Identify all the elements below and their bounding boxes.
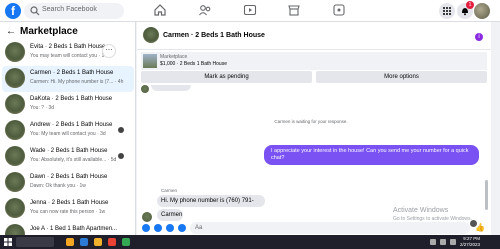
chrome-icon[interactable]: [94, 238, 102, 246]
gif-icon[interactable]: [178, 224, 186, 232]
sidebar-title: Marketplace: [20, 26, 78, 37]
menu-grid-button[interactable]: [439, 3, 455, 19]
message-bubble-partial: [151, 85, 191, 91]
activate-windows-watermark: Activate Windows Go to Settings to activ…: [393, 207, 472, 223]
friends-icon[interactable]: [198, 3, 212, 17]
message-thread: Carmen is waiting for your response. I a…: [137, 85, 485, 227]
clock-date: 2/27/2023: [460, 242, 481, 247]
conversation-item[interactable]: Wade · 2 Beds 1 Bath House You: Absolute…: [2, 144, 134, 170]
image-icon[interactable]: [154, 224, 162, 232]
edge-icon[interactable]: [80, 238, 88, 246]
conversation-preview: You: Absolutely, it's still available...…: [30, 157, 117, 163]
listing-card[interactable]: Marketplace $1,000 · 2 Beds 1 Bath House: [141, 52, 487, 70]
listing-price-title: $1,000 · 2 Beds 1 Bath House: [160, 61, 227, 67]
taskbar-search[interactable]: [16, 237, 54, 247]
app-icon[interactable]: [108, 238, 116, 246]
conversation-item[interactable]: Jenna · 2 Beds 1 Bath House You can now …: [2, 196, 134, 222]
conversation-name: Carmen · 2 Beds 1 Bath House: [30, 70, 114, 76]
chat-panel: Carmen · 2 Beds 1 Bath House i Marketpla…: [137, 22, 491, 235]
listing-thumbnail: [143, 54, 157, 68]
sender-name: Carmen: [161, 188, 178, 193]
outgoing-message[interactable]: I appreciate your interest in the house!…: [264, 145, 479, 165]
incoming-message[interactable]: Hi. My phone number is (760) 791-8859: [157, 195, 265, 216]
sticker-icon[interactable]: [166, 224, 174, 232]
facebook-logo[interactable]: f: [5, 3, 21, 19]
conversation-item[interactable]: Evita · 2 Beds 1 Bath House You may team…: [2, 40, 134, 66]
avatar: [5, 42, 25, 62]
avatar: [5, 94, 25, 114]
volume-icon[interactable]: [440, 239, 446, 245]
taskbar-clock[interactable]: 9:27 PM 2/27/2023: [460, 236, 480, 248]
more-options-button[interactable]: More options: [316, 71, 487, 83]
avatar: [5, 198, 25, 218]
sidebar-header: ← Marketplace: [6, 26, 78, 37]
avatar: [5, 146, 25, 166]
chat-header: Carmen · 2 Beds 1 Bath House i: [137, 22, 491, 50]
conversation-preview: You can now rate this person · 1w: [30, 209, 106, 215]
scrollbar-thumb[interactable]: [485, 180, 488, 210]
conversation-name: Evita · 2 Beds 1 Bath House: [30, 44, 106, 50]
windows-start-icon[interactable]: [4, 238, 12, 246]
gaming-icon[interactable]: [332, 3, 346, 17]
conversation-name: Jenna · 2 Beds 1 Bath House: [30, 200, 109, 206]
conversation-preview: Carmen: Hi. My phone number is (7... · 4…: [30, 79, 124, 85]
conversation-item-active[interactable]: Carmen · 2 Beds 1 Bath House Carmen: Hi.…: [2, 66, 134, 92]
grid-icon: [443, 7, 451, 15]
conversation-item[interactable]: Joe A · 1 Bed 1 Bath Apartmen...: [2, 222, 134, 235]
conversation-item[interactable]: DaKota · 2 Beds 1 Bath House You: ? · 3d: [2, 92, 134, 118]
home-icon[interactable]: [153, 3, 167, 17]
avatar: [5, 120, 25, 140]
conversation-item[interactable]: Dawn · 2 Beds 1 Bath House Dawn: Ok than…: [2, 170, 134, 196]
top-navigation-bar: f Search Facebook 1: [0, 0, 500, 22]
avatar: [5, 224, 25, 235]
conversation-item[interactable]: Andrew · 2 Beds 1 Bath House You: My tea…: [2, 118, 134, 144]
like-icon[interactable]: 👍: [475, 223, 485, 232]
conversation-name: Andrew · 2 Beds 1 Bath House: [30, 122, 113, 128]
file-explorer-icon[interactable]: [66, 238, 74, 246]
search-placeholder: Search Facebook: [42, 6, 97, 13]
conversation-name: DaKota · 2 Beds 1 Bath House: [30, 96, 113, 102]
network-icon[interactable]: [430, 239, 436, 245]
conversation-sidebar: ← Marketplace Evita · 2 Beds 1 Bath House…: [0, 22, 136, 235]
waiting-notice: Carmen is waiting for your response.: [274, 119, 348, 124]
conversation-preview: You may team will contact you · 1: [30, 53, 105, 59]
watermark-subtitle: Go to Settings to activate Windows.: [393, 216, 472, 222]
avatar: [5, 68, 25, 88]
conversation-preview: You: ? · 3d: [30, 105, 55, 111]
message-input[interactable]: Aa: [190, 222, 470, 234]
battery-icon[interactable]: [450, 239, 456, 245]
avatar: [141, 85, 149, 93]
marketplace-icon[interactable]: [287, 3, 301, 17]
back-arrow-icon[interactable]: ←: [6, 26, 16, 37]
notification-badge: 1: [466, 1, 474, 9]
account-avatar[interactable]: [474, 3, 490, 19]
message-composer: Aa 👍: [137, 221, 491, 235]
listing-source-label: Marketplace: [160, 54, 188, 60]
read-receipt-avatar: [118, 153, 124, 159]
watermark-title: Activate Windows: [393, 207, 449, 214]
search-input[interactable]: Search Facebook: [24, 3, 124, 19]
watch-icon[interactable]: [243, 3, 257, 17]
conversation-name: Wade · 2 Beds 1 Bath House: [30, 148, 108, 154]
more-options-icon[interactable]: ⋯: [102, 44, 116, 58]
plus-icon[interactable]: [142, 224, 150, 232]
avatar[interactable]: [143, 27, 159, 43]
mark-pending-button[interactable]: Mark as pending: [141, 71, 312, 83]
windows-taskbar: 9:27 PM 2/27/2023: [0, 235, 500, 249]
incoming-message[interactable]: Carmen: [157, 209, 183, 221]
avatar: [5, 172, 25, 192]
info-icon[interactable]: i: [475, 33, 483, 41]
chat-title[interactable]: Carmen · 2 Beds 1 Bath House: [163, 32, 265, 39]
conversation-preview: You: My team will contact you · 3d: [30, 131, 106, 137]
read-receipt-avatar: [118, 127, 124, 133]
conversation-name: Dawn · 2 Beds 1 Bath House: [30, 174, 108, 180]
conversation-preview: Dawn: Ok thank you · 1w: [30, 183, 86, 189]
scrollbar[interactable]: [485, 85, 489, 215]
search-icon: [30, 6, 40, 16]
app-icon[interactable]: [122, 238, 130, 246]
conversation-name: Joe A · 1 Bed 1 Bath Apartmen...: [30, 226, 118, 232]
